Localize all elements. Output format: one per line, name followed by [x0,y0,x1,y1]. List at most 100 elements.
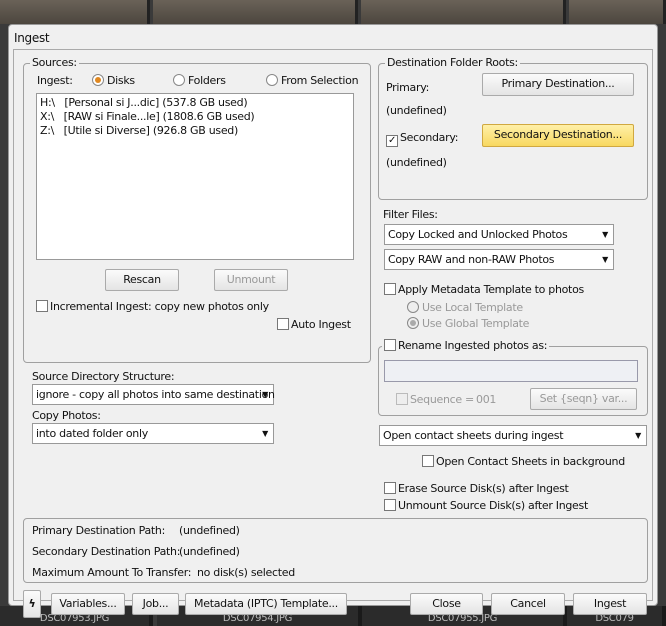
lightning-icon: ϟ [28,597,36,610]
close-button[interactable]: Close [410,593,483,615]
sequence-checkbox[interactable]: Sequence = [396,393,474,406]
set-seqn-button[interactable]: Set {seqn} var... [530,388,637,410]
thumbnail [0,0,150,24]
select-value: Open contact sheets during ingest [383,429,564,442]
checkbox-label: Sequence = [410,393,474,406]
disk-item[interactable]: H:\ [Personal si J...dic] (537.8 GB used… [40,96,350,110]
contact-sheets-select[interactable]: Open contact sheets during ingest ▼ [379,425,647,446]
destination-legend: Destination Folder Roots: [385,56,520,69]
incremental-checkbox[interactable]: Incremental Ingest: copy new photos only [36,300,269,313]
filter-raw-select[interactable]: Copy RAW and non-RAW Photos ▼ [384,249,614,270]
checkbox-icon [422,455,434,467]
checkbox-label: Open Contact Sheets in background [436,455,625,468]
lightning-button[interactable]: ϟ [23,590,41,618]
checkbox-icon [36,300,48,312]
radio-icon [407,301,419,313]
disk-list[interactable]: H:\ [Personal si J...dic] (537.8 GB used… [36,93,354,260]
select-value: into dated folder only [36,427,148,440]
thumbnail [153,0,358,24]
structure-label: Source Directory Structure: [32,370,175,383]
chevron-down-icon: ▼ [602,255,608,264]
select-value: Copy Locked and Unlocked Photos [388,228,568,241]
secondary-value: (undefined) [386,156,447,169]
max-transfer-value: no disk(s) selected [197,566,295,579]
radio-label: Disks [107,74,135,87]
chevron-down-icon: ▼ [262,429,268,438]
sequence-value: 001 [476,393,497,406]
disk-item[interactable]: Z:\ [Utile si Diverse] (926.8 GB used) [40,124,350,138]
cancel-button[interactable]: Cancel [491,593,565,615]
rescan-button[interactable]: Rescan [105,269,179,291]
variables-button[interactable]: Variables... [51,593,125,615]
primary-value: (undefined) [386,104,447,117]
primary-path-value: (undefined) [179,524,240,537]
sources-legend: Sources: [30,56,79,69]
filter-locked-select[interactable]: Copy Locked and Unlocked Photos ▼ [384,224,614,245]
secondary-path-label: Secondary Destination Path: [32,545,181,558]
ingest-button[interactable]: Ingest [573,593,647,615]
checkbox-label: Erase Source Disk(s) after Ingest [398,482,569,495]
radio-global-template[interactable]: Use Global Template [407,317,529,330]
radio-label: Use Local Template [422,301,523,314]
radio-from-selection[interactable]: From Selection [266,74,359,87]
select-value: Copy RAW and non-RAW Photos [388,253,555,266]
disk-item[interactable]: X:\ [RAW si Finale...le] (1808.6 GB used… [40,110,350,124]
rename-group: Rename Ingested photos as: Sequence = 00… [378,339,648,416]
unmount-after-checkbox[interactable]: Unmount Source Disk(s) after Ingest [384,499,588,512]
rename-input[interactable] [384,360,638,382]
radio-label: Folders [188,74,226,87]
checkbox-label: Secondary: [400,131,459,144]
checkbox-label: Apply Metadata Template to photos [398,283,584,296]
secondary-path-value: (undefined) [179,545,240,558]
max-transfer-label: Maximum Amount To Transfer: [32,566,192,579]
rename-checkbox[interactable]: Rename Ingested photos as: [382,339,550,352]
radio-folders[interactable]: Folders [173,74,226,87]
chevron-down-icon: ▼ [602,230,608,239]
erase-checkbox[interactable]: Erase Source Disk(s) after Ingest [384,482,569,495]
ingest-label: Ingest: [37,74,73,87]
primary-destination-button[interactable]: Primary Destination... [482,73,634,96]
radio-icon [173,74,185,86]
copy-select[interactable]: into dated folder only ▼ [32,423,274,444]
destination-group: Destination Folder Roots: Primary: Prima… [378,56,648,200]
auto-ingest-checkbox[interactable]: Auto Ingest [277,318,351,331]
checkbox-label: Auto Ingest [291,318,351,331]
ingest-dialog: Ingest Sources: Ingest: Disks Folders Fr… [8,24,658,618]
radio-icon [266,74,278,86]
checkbox-label: Rename Ingested photos as: [398,339,548,352]
apply-metadata-checkbox[interactable]: Apply Metadata Template to photos [384,283,584,296]
primary-label: Primary: [386,81,430,94]
select-value: ignore - copy all photos into same desti… [36,388,275,401]
thumbnail [361,0,566,24]
radio-disks[interactable]: Disks [92,74,135,87]
checkbox-label: Incremental Ingest: copy new photos only [50,300,269,313]
structure-select[interactable]: ignore - copy all photos into same desti… [32,384,275,405]
checkbox-icon [384,499,396,511]
copy-label: Copy Photos: [32,409,101,422]
radio-label: From Selection [281,74,359,87]
checkbox-icon [396,393,408,405]
secondary-destination-button[interactable]: Secondary Destination... [482,124,634,147]
chevron-down-icon: ▼ [262,390,268,399]
secondary-checkbox[interactable]: ✓ Secondary: [386,131,458,147]
primary-path-label: Primary Destination Path: [32,524,165,537]
contact-background-checkbox[interactable]: Open Contact Sheets in background [422,455,625,468]
filter-label: Filter Files: [383,208,438,221]
radio-icon [92,74,104,86]
checkbox-icon [277,318,289,330]
radio-label: Use Global Template [422,317,530,330]
checkbox-icon [384,339,396,351]
radio-icon [407,317,419,329]
metadata-template-button[interactable]: Metadata (IPTC) Template... [185,593,347,615]
checkbox-icon [384,283,396,295]
summary-panel: Primary Destination Path: (undefined) Se… [23,518,648,583]
checkbox-icon [384,482,396,494]
chevron-down-icon: ▼ [635,431,641,440]
job-button[interactable]: Job... [132,593,179,615]
thumbnail [569,0,666,24]
radio-local-template[interactable]: Use Local Template [407,301,523,314]
sources-group: Sources: Ingest: Disks Folders From Sele… [23,56,371,363]
unmount-button[interactable]: Unmount [214,269,288,291]
checkmark-icon: ✓ [386,135,398,147]
checkbox-label: Unmount Source Disk(s) after Ingest [398,499,588,512]
